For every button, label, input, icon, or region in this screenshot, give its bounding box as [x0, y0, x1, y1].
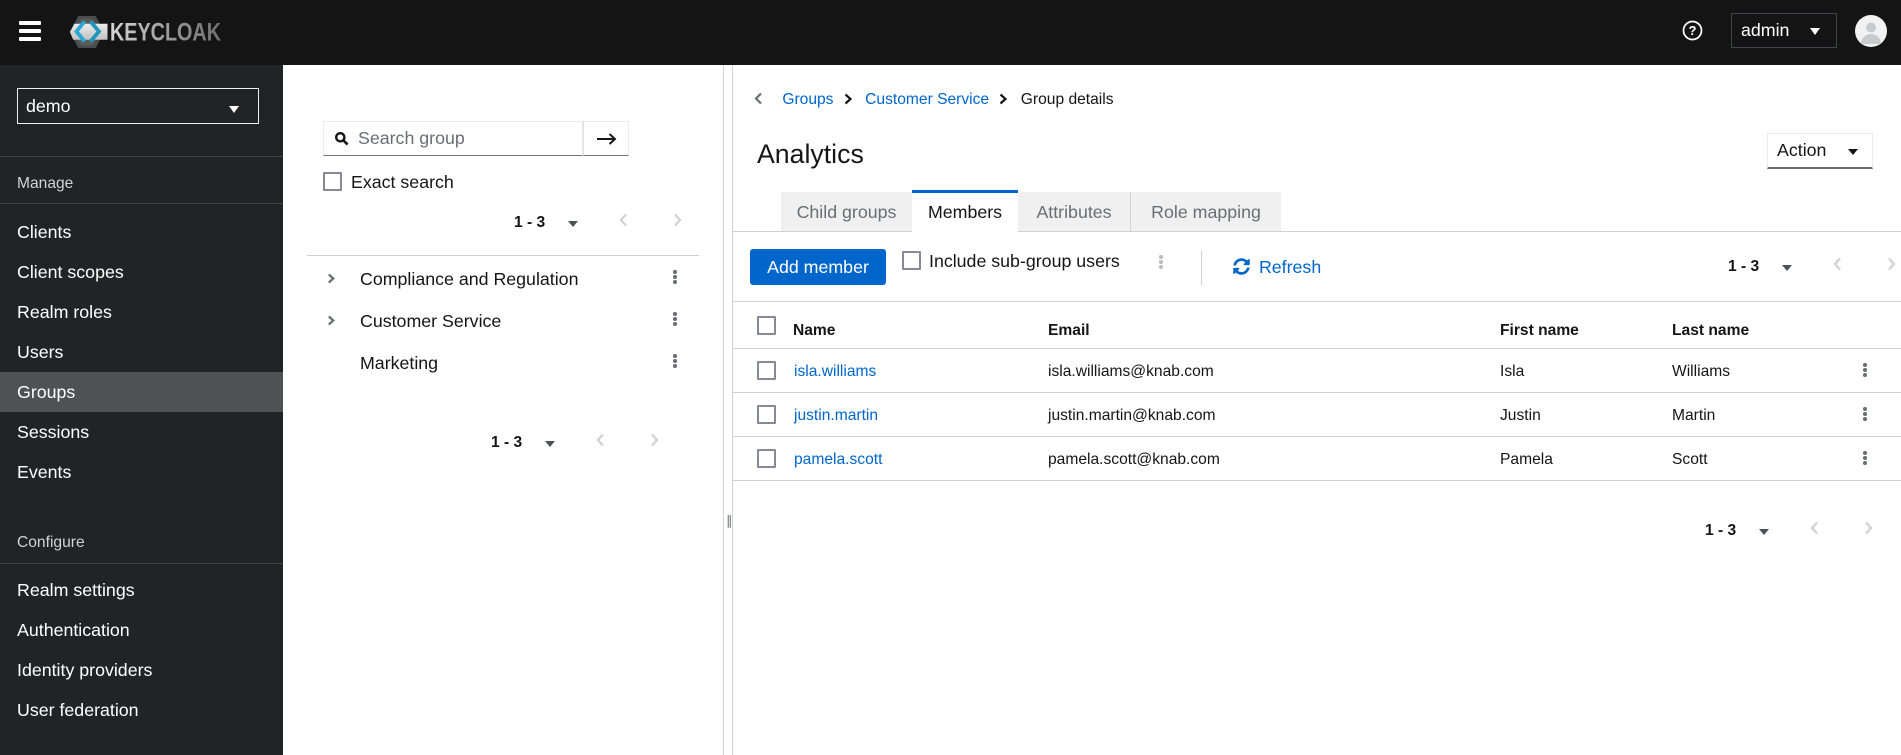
svg-text:?: ?: [1689, 23, 1697, 38]
svg-text:KEYCLOAK: KEYCLOAK: [110, 19, 221, 47]
